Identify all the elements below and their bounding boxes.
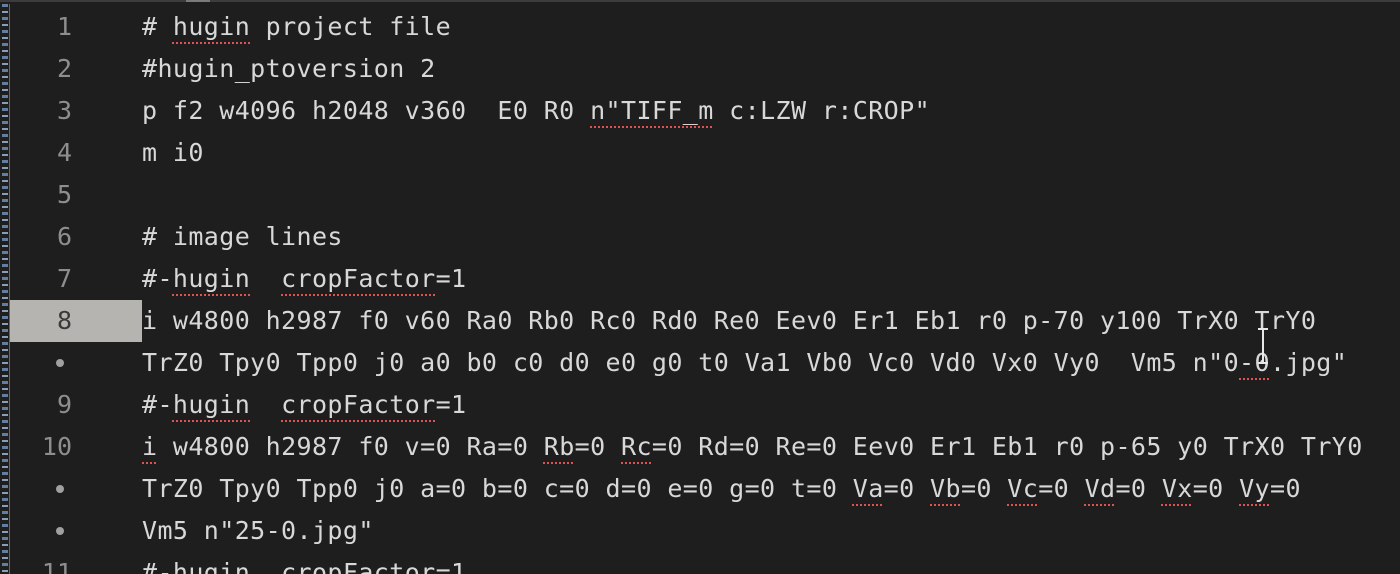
code-token: TrZ0 Tpy0 Tpp0 j0 a0 b0 c0 d0 e0 g0 t0 V… — [142, 348, 1240, 377]
code-token: p f2 w4096 h2048 v360 E0 R0 — [142, 96, 591, 125]
code-token: #hugin_ptoversion 2 — [142, 54, 436, 83]
code-token: Vm5 n"25-0.jpg" — [142, 516, 374, 545]
code-line[interactable]: 3 p f2 w4096 h2048 v360 E0 R0 n"TIFF_m c:… — [0, 90, 1400, 132]
line-text[interactable]: #-hugin cropFactor=1 — [142, 552, 467, 574]
code-line[interactable]: 4 m i0 — [0, 132, 1400, 174]
code-token: w4800 h2987 f0 v=0 Ra=0 — [157, 432, 544, 461]
spelling-error-token: hugin — [172, 558, 251, 574]
line-text[interactable]: i w4800 h2987 f0 v60 Ra0 Rb0 Rc0 Rd0 Re0… — [142, 300, 1316, 342]
code-token: c:LZW r:CROP" — [713, 96, 931, 125]
line-number: 3 — [56, 96, 72, 125]
line-text[interactable]: # image lines — [142, 216, 343, 258]
spelling-error-token: Vy — [1239, 474, 1270, 503]
text-editor[interactable]: 1 # hugin project file 2 #hugin_ptoversion … — [0, 0, 1400, 574]
spelling-error-token: Vd — [1084, 474, 1116, 503]
spelling-error-token: hugin — [172, 264, 251, 293]
spelling-error-token: i — [142, 432, 158, 461]
spelling-error-token: Vb — [930, 474, 961, 503]
code-token: =1 — [435, 390, 467, 419]
code-token: =0 — [1270, 474, 1301, 503]
spelling-error-token: cropFactor — [281, 264, 436, 293]
code-token: #- — [142, 390, 173, 419]
spelling-error-token: Rb — [543, 432, 575, 461]
code-line[interactable]: 1 # hugin project file — [0, 6, 1400, 48]
code-line[interactable]: 11 #-hugin cropFactor=1 — [0, 552, 1400, 574]
line-text[interactable]: m i0 — [142, 132, 204, 174]
code-line[interactable]: 9 #-hugin cropFactor=1 — [0, 384, 1400, 426]
code-token: # image lines — [142, 222, 343, 251]
code-token: =0 — [960, 474, 1008, 503]
line-text[interactable]: Vm5 n"25-0.jpg" — [142, 510, 374, 552]
line-number: 4 — [56, 138, 72, 167]
spelling-error-token: cropFactor — [281, 558, 436, 574]
code-lines[interactable]: 1 # hugin project file 2 #hugin_ptoversion … — [0, 6, 1400, 574]
code-line[interactable]: 6 # image lines — [0, 216, 1400, 258]
line-number: 11 — [41, 558, 72, 574]
line-text[interactable]: TrZ0 Tpy0 Tpp0 j0 a0 b0 c0 d0 e0 g0 t0 V… — [142, 342, 1347, 384]
spelling-error-token: hugin — [172, 390, 251, 419]
line-number: 6 — [56, 222, 72, 251]
code-line[interactable]: 7 #-hugin cropFactor=1 — [0, 258, 1400, 300]
line-text[interactable]: # hugin project file — [142, 6, 451, 48]
code-token: =0 — [1192, 474, 1240, 503]
text-cursor-icon — [1258, 328, 1268, 364]
line-number: 8 — [56, 306, 72, 335]
wrap-indicator-icon — [56, 485, 64, 493]
line-number: 10 — [41, 432, 72, 461]
line-text[interactable]: p f2 w4096 h2048 v360 E0 R0 n"TIFF_m c:L… — [142, 90, 930, 132]
code-token: =1 — [435, 264, 467, 293]
editor-top-border — [0, 0, 1400, 2]
line-text[interactable]: TrZ0 Tpy0 Tpp0 j0 a=0 b=0 c=0 d=0 e=0 g=… — [142, 468, 1301, 510]
line-number: 2 — [56, 54, 72, 83]
code-token: =0 — [574, 432, 622, 461]
code-token: =0 — [1115, 474, 1162, 503]
line-number: 1 — [56, 12, 72, 41]
code-line[interactable]: 2 #hugin_ptoversion 2 — [0, 48, 1400, 90]
spelling-error-token: Rc — [621, 432, 652, 461]
code-token: =0 — [883, 474, 931, 503]
wrapped-line[interactable]: Vm5 n"25-0.jpg" — [0, 510, 1400, 552]
line-text[interactable]: i w4800 h2987 f0 v=0 Ra=0 Rb=0 Rc=0 Rd=0… — [142, 426, 1363, 468]
code-token: .jpg" — [1269, 348, 1348, 377]
code-line[interactable]: 10 i w4800 h2987 f0 v=0 Ra=0 Rb=0 Rc=0 Rd… — [0, 426, 1400, 468]
line-number: 5 — [56, 180, 72, 209]
code-token: m i0 — [142, 138, 204, 167]
spelling-error-token: Va — [852, 474, 884, 503]
wrapped-line[interactable]: TrZ0 Tpy0 Tpp0 j0 a0 b0 c0 d0 e0 g0 t0 V… — [0, 342, 1400, 384]
code-token: i w4800 h2987 f0 v60 Ra0 Rb0 Rc0 Rd0 Re0… — [142, 306, 1317, 335]
line-text[interactable]: #-hugin cropFactor=1 — [142, 384, 467, 426]
code-line[interactable]: 5 — [0, 174, 1400, 216]
spelling-error-token: Vx — [1161, 474, 1193, 503]
line-number: 7 — [56, 264, 72, 293]
spelling-error-token: Vc — [1007, 474, 1039, 503]
code-token: project file — [250, 12, 452, 41]
code-token: =0 — [1038, 474, 1085, 503]
code-token: =0 Rd=0 Re=0 Eev0 Er1 Eb1 r0 p-65 y0 TrX… — [651, 432, 1363, 461]
code-token: # — [142, 12, 173, 41]
tab-indicator — [186, 0, 210, 2]
code-token: TrZ0 Tpy0 Tpp0 j0 a=0 b=0 c=0 d=0 e=0 g=… — [142, 474, 853, 503]
line-number: 9 — [56, 390, 72, 419]
line-text[interactable]: #hugin_ptoversion 2 — [142, 48, 436, 90]
spelling-error-token: cropFactor — [281, 390, 436, 419]
wrapped-line[interactable]: TrZ0 Tpy0 Tpp0 j0 a=0 b=0 c=0 d=0 e=0 g=… — [0, 468, 1400, 510]
spelling-error-token: hugin — [172, 12, 251, 41]
code-token: #- — [142, 558, 173, 574]
wrap-indicator-icon — [56, 527, 64, 535]
wrap-indicator-icon — [56, 359, 64, 367]
code-token: =1 — [435, 558, 467, 574]
line-text[interactable]: #-hugin cropFactor=1 — [142, 258, 467, 300]
spelling-error-token: n"TIFF_m — [590, 96, 714, 125]
code-line[interactable]: 8 i w4800 h2987 f0 v60 Ra0 Rb0 Rc0 Rd0 Re… — [0, 300, 1400, 342]
code-token: #- — [142, 264, 173, 293]
